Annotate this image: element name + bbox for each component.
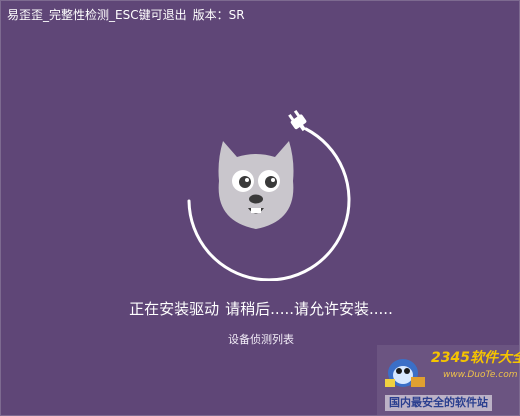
install-status: 正在安装驱动 请稍后.....请允许安装..... [1, 299, 520, 319]
watermark-brand: 2345软件大全 [431, 350, 520, 366]
site-watermark: 2345软件大全 www.DuoTe.com 国内最安全的软件站 [377, 345, 520, 415]
watermark-mascot-icon [385, 359, 425, 387]
status-installing: 正在安装驱动 [129, 300, 220, 318]
title-bar: 易歪歪_完整性检测_ESC键可退出 版本：SR [7, 6, 251, 24]
installer-window: 易歪歪_完整性检测_ESC键可退出 版本：SR 正在安装驱动 请稍后.....请允许… [0, 0, 520, 416]
version-label: 版本：SR [192, 8, 245, 22]
watermark-slogan: 国内最安全的软件站 [385, 395, 492, 411]
cat-mascot-icon [218, 141, 294, 229]
watermark-url: www.DuoTe.com [443, 370, 518, 380]
loading-graphic [187, 109, 351, 281]
status-wait: 请稍后.....请允许安装..... [225, 300, 393, 318]
window-title: 易歪歪_完整性检测_ESC键可退出 [7, 8, 187, 22]
